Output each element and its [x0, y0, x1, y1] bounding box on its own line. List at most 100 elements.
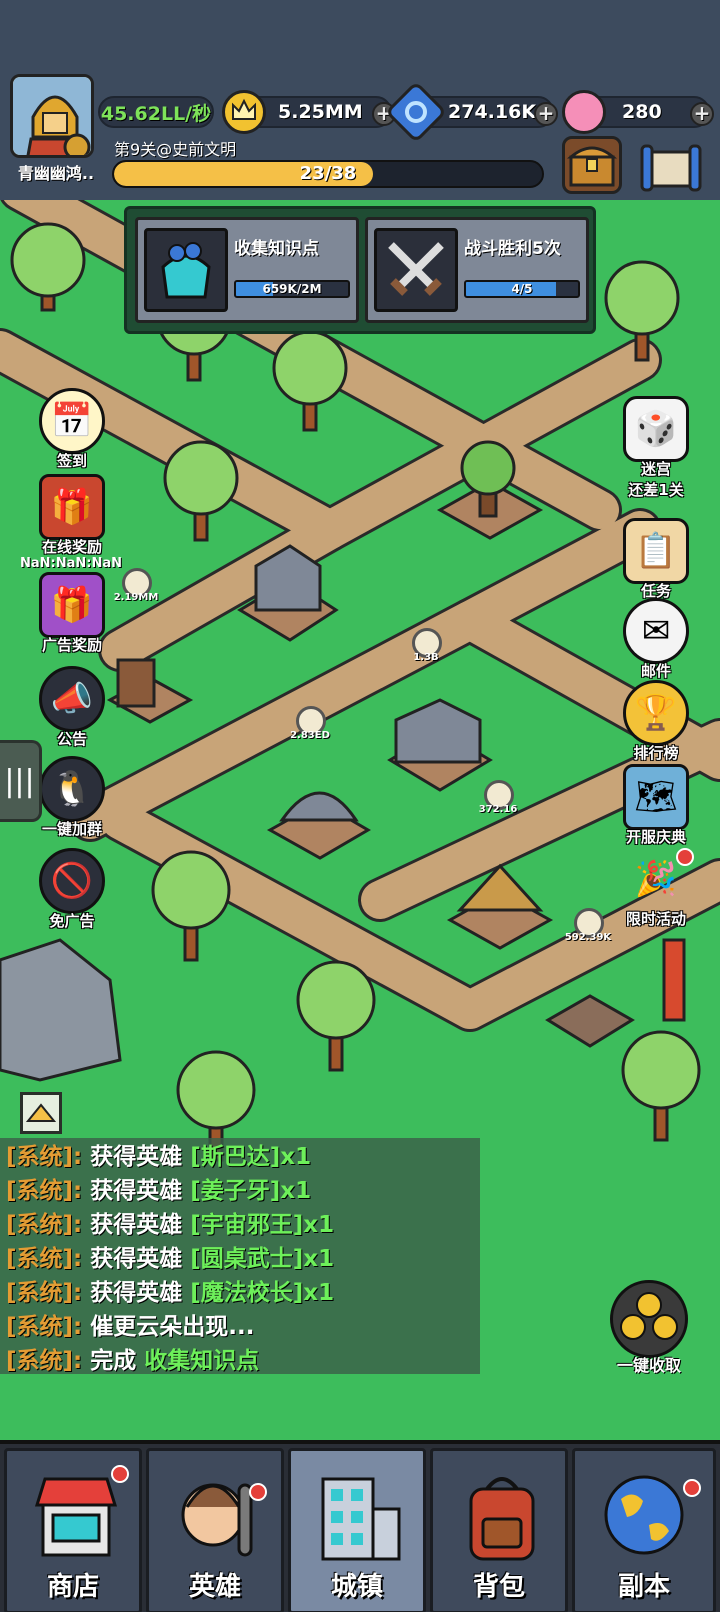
town-map[interactable]: 收集知识点 659K/2M 战斗胜利5次 4/5 📅 签到 🎁 在线奖励 NaN… [0, 200, 720, 1440]
gem-icon [384, 80, 448, 144]
nav-dungeon-label: 副本 [617, 1572, 670, 1602]
player-name: 青幽幽鸿.. [17, 164, 95, 183]
join-group-button[interactable]: 🐧 一键加群 [36, 756, 108, 839]
nav-shop[interactable]: 商店 [4, 1448, 142, 1612]
gold-value: 5.25MM [278, 101, 363, 123]
reward-box-icon: 🎁 [39, 572, 105, 638]
quest-title: 收集知识点 [234, 239, 319, 259]
gem-value: 274.16K [448, 101, 537, 123]
calendar-icon: 📅 [39, 388, 105, 454]
level-progress-bar: 23/38 [112, 160, 544, 188]
ad-reward-label: 广告奖励 [41, 636, 102, 654]
quest-panel: 收集知识点 659K/2M 战斗胜利5次 4/5 [124, 206, 596, 334]
ad-reward-button[interactable]: 🎁 广告奖励 [36, 572, 108, 655]
caveman-icon [181, 1483, 253, 1557]
mail-button[interactable]: ✉ 邮件 [620, 598, 692, 681]
nav-heroes[interactable]: 英雄 [146, 1448, 284, 1612]
candy-icon [562, 90, 606, 134]
no-ads-button[interactable]: 🚫 免广告 [36, 848, 108, 931]
world-map-button[interactable] [638, 136, 704, 194]
income-rate: 45.62LL/秒 [98, 96, 214, 128]
building-income-label: 372.16 [478, 804, 518, 815]
treasure-chest-button[interactable] [562, 136, 622, 194]
notification-dot [683, 1479, 701, 1497]
collect-all-button[interactable]: 一键收取 [602, 1280, 696, 1376]
candy-counter: 280 + [562, 90, 714, 134]
no-ads-label: 免广告 [49, 912, 95, 930]
mail-icon: ✉ [623, 598, 689, 664]
quest-progress-bar: 659K/2M [234, 280, 350, 298]
building-icon [321, 1477, 401, 1561]
top-bar: 青幽幽鸿.. 45.62LL/秒 5.25MM + 274.16K + 280 … [0, 66, 720, 200]
maze-sub-label: 还差1关 [628, 481, 684, 499]
nav-town-label: 城镇 [330, 1572, 383, 1602]
map-scroll-icon [640, 144, 702, 192]
gold-counter: 5.25MM + [222, 90, 396, 134]
chat-line: [系统]: 获得英雄 [圆桌武士]x1 [6, 1246, 335, 1272]
chat-expand-button[interactable] [20, 1092, 62, 1134]
spartan-avatar-icon [13, 77, 91, 155]
nav-backpack[interactable]: 背包 [430, 1448, 568, 1612]
celebration-label: 开服庆典 [625, 828, 686, 846]
building-income-label: 2.19MM [113, 592, 159, 603]
map-scroll-icon: 🗺 [623, 764, 689, 830]
add-gem-button[interactable]: + [534, 102, 558, 126]
nav-dungeon[interactable]: 副本 [572, 1448, 716, 1612]
chat-line: [系统]: 获得英雄 [魔法校长]x1 [6, 1280, 335, 1306]
crossed-swords-icon [374, 228, 458, 312]
backpack-icon [469, 1477, 535, 1561]
trophy-icon: 🏆 [623, 680, 689, 746]
building-income-label: 1.3B [413, 652, 439, 663]
tasks-button[interactable]: 📋 任务 [620, 518, 692, 601]
nav-shop-label: 商店 [46, 1572, 99, 1602]
treasure-chest-icon: 🎁 [39, 474, 105, 540]
notice-button[interactable]: 📣 公告 [36, 666, 108, 749]
coin-bag-icon [144, 228, 228, 312]
quest-progress-bar: 4/5 [464, 280, 580, 298]
quest-progress-text: 659K/2M [262, 282, 322, 296]
celebration-button[interactable]: 🗺 开服庆典 [612, 764, 700, 847]
penguin-icon: 🐧 [39, 756, 105, 822]
rank-button[interactable]: 🏆 排行榜 [620, 680, 692, 763]
notification-dot [249, 1483, 267, 1501]
dice-icon: 🎲 [623, 396, 689, 462]
collect-all-label: 一键收取 [616, 1356, 681, 1375]
online-reward-button[interactable]: 🎁 在线奖励 [36, 474, 108, 557]
chat-line: [系统]: 完成 收集知识点 [6, 1348, 260, 1374]
nav-town[interactable]: 城镇 [288, 1448, 426, 1612]
shop-icon [34, 1477, 118, 1557]
chat-line: [系统]: 获得英雄 [姜子牙]x1 [6, 1178, 312, 1204]
player-avatar[interactable] [10, 74, 94, 158]
gem-counter: 274.16K + [384, 80, 558, 144]
game-screen: 青幽幽鸿.. 45.62LL/秒 5.25MM + 274.16K + 280 … [0, 0, 720, 1612]
quest-battle-wins[interactable]: 战斗胜利5次 4/5 [365, 217, 589, 323]
nav-heroes-label: 英雄 [188, 1572, 241, 1602]
notification-dot [111, 1465, 129, 1483]
signin-button[interactable]: 📅 签到 [36, 388, 108, 471]
online-reward-timer: NaN:NaN:NaN [20, 556, 122, 571]
quest-collect-knowledge[interactable]: 收集知识点 659K/2M [135, 217, 359, 323]
system-chat-log: [系统]: 获得英雄 [斯巴达]x1 [系统]: 获得英雄 [姜子牙]x1 [系… [0, 1138, 480, 1374]
tree [10, 222, 86, 312]
add-candy-button[interactable]: + [690, 102, 714, 126]
notification-dot [676, 848, 694, 866]
level-progress-text: 23/38 [299, 163, 357, 184]
online-reward-label: 在线奖励 [41, 538, 102, 556]
maze-button[interactable]: 🎲 迷宫 还差1关 [620, 396, 692, 500]
building-income-label: 2.83ED [290, 730, 330, 741]
building-income-label: 592.39K [564, 932, 612, 943]
collect-crowns-icon [610, 1280, 688, 1358]
limited-event-button[interactable]: 🎉 限时活动 [612, 846, 700, 929]
treasure-chest-icon [566, 146, 618, 187]
globe-icon [604, 1475, 684, 1555]
megaphone-icon: 📣 [39, 666, 105, 732]
bottom-nav: 商店 英雄 城镇 背包 副本 [0, 1440, 720, 1612]
clipboard-icon: 📋 [623, 518, 689, 584]
nav-backpack-label: 背包 [472, 1572, 525, 1602]
maze-label: 迷宫 [640, 460, 671, 478]
no-ads-icon: 🚫 [39, 848, 105, 914]
quest-progress-text: 4/5 [511, 282, 533, 296]
notice-label: 公告 [56, 730, 87, 748]
rank-label: 排行榜 [633, 744, 679, 762]
side-drawer-tab[interactable]: ||| [0, 740, 42, 822]
